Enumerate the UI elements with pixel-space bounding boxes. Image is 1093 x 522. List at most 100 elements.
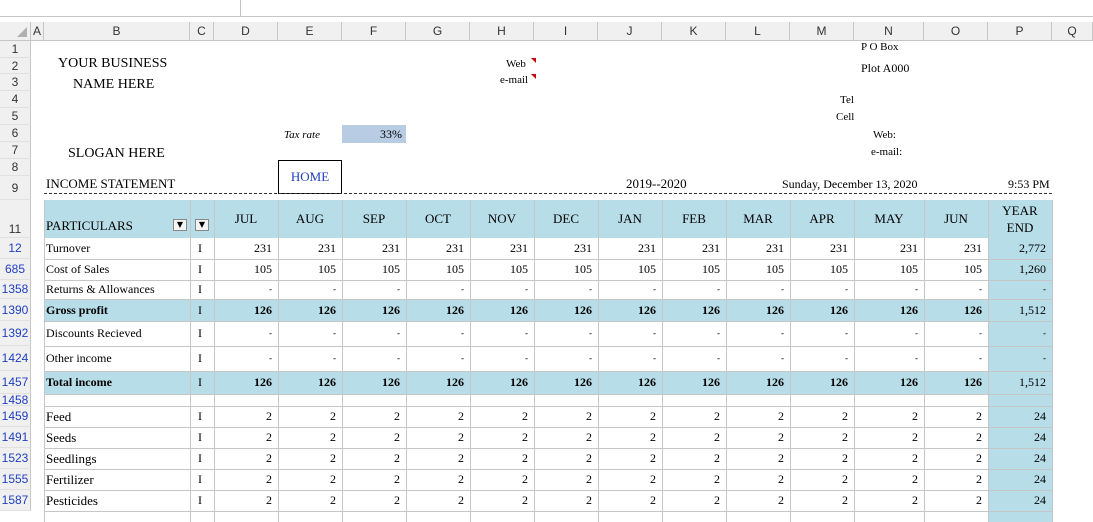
- cell-value: 126: [510, 302, 528, 317]
- month-header-aug: AUG: [295, 211, 325, 226]
- column-header-h[interactable]: H: [470, 22, 534, 41]
- column-header-b[interactable]: B: [44, 22, 190, 41]
- cell-value: 231: [254, 241, 272, 255]
- row-header-7[interactable]: 7: [0, 142, 31, 159]
- row-header-3[interactable]: 3: [0, 74, 31, 91]
- grid-hline: [44, 346, 1052, 347]
- column-header-q[interactable]: Q: [1052, 22, 1093, 41]
- home-button[interactable]: HOME: [278, 160, 342, 194]
- column-header-l[interactable]: L: [726, 22, 790, 41]
- cell-value: 2: [266, 451, 272, 465]
- cell-value: 105: [574, 262, 592, 276]
- row-header-1[interactable]: 1: [0, 41, 31, 58]
- cell-value: 2: [522, 451, 528, 465]
- row-flag: I: [198, 351, 202, 365]
- column-header-k[interactable]: K: [662, 22, 726, 41]
- cell-value: 126: [638, 375, 656, 389]
- formula-bar[interactable]: [240, 16, 1093, 17]
- cell-value: 2: [266, 409, 272, 423]
- cell-value: -: [845, 284, 848, 294]
- cell-value: 2: [976, 493, 982, 507]
- cell-value: -: [269, 328, 272, 338]
- column-header-g[interactable]: G: [406, 22, 470, 41]
- row-header-1459[interactable]: 1459: [0, 406, 31, 427]
- row-header-1390[interactable]: 1390: [0, 299, 31, 321]
- row-label: Returns & Allowances: [46, 282, 155, 296]
- business-name-line2: NAME HERE: [73, 77, 155, 92]
- column-header-a[interactable]: A: [31, 22, 44, 41]
- row-label: Discounts Recieved: [46, 326, 142, 340]
- column-header-j[interactable]: J: [598, 22, 662, 41]
- comment-indicator-icon[interactable]: [531, 58, 536, 63]
- row-header-2[interactable]: 2: [0, 58, 31, 74]
- column-header-d[interactable]: D: [214, 22, 278, 41]
- grid-hline: [44, 299, 1052, 300]
- column-header-c[interactable]: C: [190, 22, 214, 41]
- name-box[interactable]: [0, 0, 241, 17]
- row-header-1458[interactable]: 1458: [0, 394, 31, 406]
- grid-hline: [44, 394, 1052, 395]
- column-header-m[interactable]: M: [790, 22, 854, 41]
- row-header-1587[interactable]: 1587: [0, 490, 31, 511]
- grid-hline: [44, 427, 1052, 428]
- current-date: Sunday, December 13, 2020: [782, 177, 918, 191]
- row-header-8[interactable]: 8: [0, 159, 31, 176]
- row-header-1491[interactable]: 1491: [0, 427, 31, 448]
- cell-value: 231: [382, 241, 400, 255]
- cell-value: 2: [586, 472, 592, 486]
- cell-value: 2: [976, 409, 982, 423]
- filter-dropdown-icon[interactable]: ▼: [173, 219, 187, 231]
- cell-value: -: [979, 284, 982, 294]
- tax-rate-input[interactable]: 33%: [342, 125, 406, 143]
- cell-value: 126: [766, 302, 784, 317]
- row-header-1392[interactable]: 1392: [0, 321, 31, 346]
- row-flag: I: [198, 302, 202, 317]
- row-header-1457[interactable]: 1457: [0, 371, 31, 394]
- comment-indicator-icon[interactable]: [531, 74, 536, 79]
- column-header-i[interactable]: I: [534, 22, 598, 41]
- row-label: Pesticides: [46, 493, 98, 508]
- year-end-value: 2,772: [1019, 241, 1046, 255]
- cell-value: 2: [330, 430, 336, 444]
- cell-value: 2: [912, 493, 918, 507]
- row-header-9[interactable]: 9: [0, 176, 31, 200]
- row-header-1358[interactable]: 1358: [0, 280, 31, 299]
- cell-value: 105: [446, 262, 464, 276]
- row-header-4[interactable]: 4: [0, 91, 31, 108]
- column-header-e[interactable]: E: [278, 22, 342, 41]
- cell-value: 2: [458, 493, 464, 507]
- row-header-6[interactable]: 6: [0, 125, 31, 142]
- row-header-11[interactable]: 11: [0, 200, 31, 238]
- row-header-685[interactable]: 685: [0, 259, 31, 280]
- column-header-n[interactable]: N: [854, 22, 924, 41]
- cell-value: 2: [522, 409, 528, 423]
- column-header-o[interactable]: O: [924, 22, 988, 41]
- cell-value: 231: [318, 241, 336, 255]
- web-label: Web: [506, 58, 526, 70]
- cell-value: 2: [266, 430, 272, 444]
- cell-value: 2: [714, 430, 720, 444]
- email-right-label: e-mail:: [871, 146, 903, 158]
- filter-active-icon[interactable]: ▼: [195, 219, 209, 231]
- column-header-p[interactable]: P: [988, 22, 1052, 41]
- cell-value: 126: [766, 375, 784, 389]
- row-header-1555[interactable]: 1555: [0, 469, 31, 490]
- cell-value: -: [461, 328, 464, 338]
- row-header-1523[interactable]: 1523: [0, 448, 31, 469]
- period: 2019--2020: [626, 176, 687, 191]
- grid-hline: [44, 280, 1052, 281]
- cell-value: 126: [830, 302, 848, 317]
- row-header-1424[interactable]: 1424: [0, 346, 31, 371]
- cell-value: -: [915, 353, 918, 363]
- cell-value: 231: [964, 241, 982, 255]
- cell-value: -: [845, 353, 848, 363]
- select-all-corner[interactable]: [0, 22, 31, 41]
- grid-hline: [44, 321, 1052, 322]
- cell-value: 2: [778, 493, 784, 507]
- cell-value: 2: [912, 409, 918, 423]
- column-header-f[interactable]: F: [342, 22, 406, 41]
- row-header-12[interactable]: 12: [0, 238, 31, 259]
- row-header-5[interactable]: 5: [0, 108, 31, 125]
- cell-value: 2: [266, 472, 272, 486]
- cell-value: -: [979, 353, 982, 363]
